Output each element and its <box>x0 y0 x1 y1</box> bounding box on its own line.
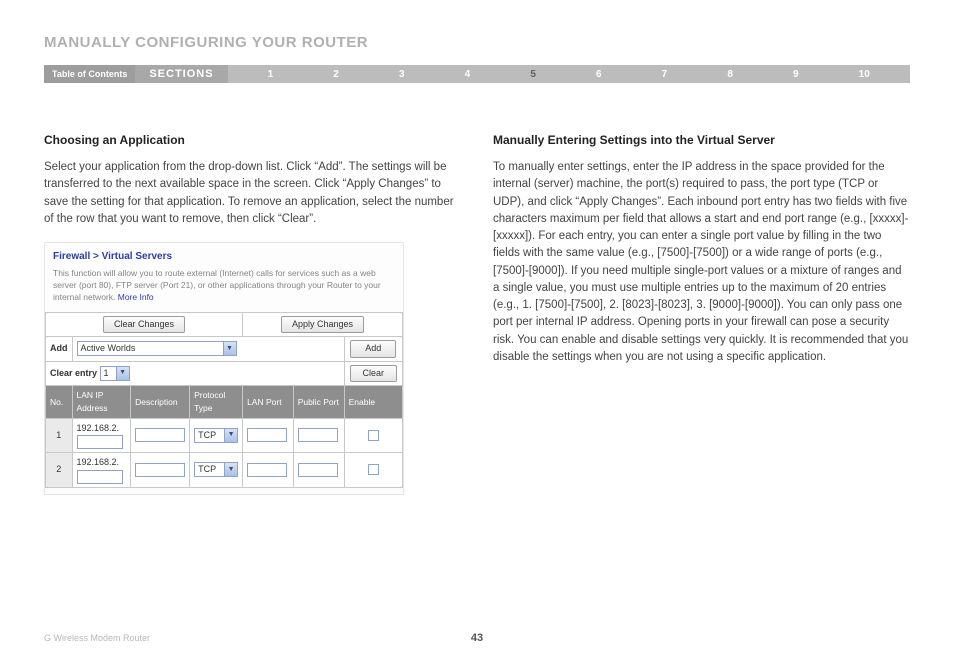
panel-description: This function will allow you to route ex… <box>45 268 403 312</box>
ip-prefix: 192.168.2. <box>77 423 120 433</box>
section-link-6[interactable]: 6 <box>596 69 602 80</box>
table-row: 2 192.168.2. TCP ▼ <box>46 453 403 488</box>
table-row: 1 192.168.2. TCP ▼ <box>46 418 403 453</box>
panel-description-text: This function will allow you to route ex… <box>53 268 381 302</box>
page-footer: G Wireless Modem Router 43 G Wireless Mo… <box>44 632 910 644</box>
clear-entry-select[interactable]: 1 ▼ <box>100 366 130 381</box>
add-label: Add <box>46 337 73 362</box>
left-column: Choosing an Application Select your appl… <box>44 131 461 495</box>
section-link-7[interactable]: 7 <box>662 69 668 80</box>
clear-entry-value: 1 <box>104 367 109 381</box>
right-column: Manually Entering Settings into the Virt… <box>493 131 910 495</box>
protocol-select[interactable]: TCP ▼ <box>194 462 238 477</box>
right-heading: Manually Entering Settings into the Virt… <box>493 131 910 149</box>
right-body: To manually enter settings, enter the IP… <box>493 159 910 366</box>
section-link-2[interactable]: 2 <box>333 69 339 80</box>
application-select-value: Active Worlds <box>81 342 136 356</box>
description-input[interactable] <box>135 463 185 477</box>
chevron-down-icon: ▼ <box>116 367 129 380</box>
protocol-select[interactable]: TCP ▼ <box>194 428 238 443</box>
clear-changes-button[interactable]: Clear Changes <box>103 316 185 334</box>
chevron-down-icon: ▼ <box>223 342 236 355</box>
panel-breadcrumb: Firewall > Virtual Servers <box>45 243 403 268</box>
section-nav: Table of Contents SECTIONS 1 2 3 4 5 6 7… <box>44 65 910 83</box>
public-port-input[interactable] <box>298 463 338 477</box>
page-title: MANUALLY CONFIGURING YOUR ROUTER <box>44 34 910 51</box>
protocol-value: TCP <box>198 463 216 477</box>
clear-entry-label: Clear entry <box>50 368 97 378</box>
enable-checkbox[interactable] <box>368 430 379 441</box>
col-pub-port: Public Port <box>293 386 344 419</box>
section-link-1[interactable]: 1 <box>268 69 274 80</box>
col-proto: Protocol Type <box>190 386 243 419</box>
col-no: No. <box>46 386 73 419</box>
public-port-input[interactable] <box>298 428 338 442</box>
left-body: Select your application from the drop-do… <box>44 159 461 228</box>
section-link-4[interactable]: 4 <box>465 69 471 80</box>
toc-link[interactable]: Table of Contents <box>44 65 135 83</box>
section-link-8[interactable]: 8 <box>727 69 733 80</box>
lan-port-input[interactable] <box>247 428 287 442</box>
col-enable: Enable <box>344 386 402 419</box>
col-ip: LAN IP Address <box>72 386 131 419</box>
section-link-5[interactable]: 5 <box>530 69 536 80</box>
more-info-link[interactable]: More Info <box>118 292 154 302</box>
actions-table: Clear Changes Apply Changes Add Active W… <box>45 312 403 488</box>
left-heading: Choosing an Application <box>44 131 461 149</box>
apply-changes-button[interactable]: Apply Changes <box>281 316 364 334</box>
section-numbers: 1 2 3 4 5 6 7 8 9 10 <box>228 65 910 83</box>
protocol-value: TCP <box>198 429 216 443</box>
product-name: G Wireless Modem Router <box>44 633 150 643</box>
chevron-down-icon: ▼ <box>224 429 237 442</box>
page-number: 43 <box>471 632 483 644</box>
clear-button[interactable]: Clear <box>350 365 398 383</box>
col-lan-port: LAN Port <box>243 386 294 419</box>
row-no: 2 <box>46 453 73 488</box>
ip-prefix: 192.168.2. <box>77 457 120 467</box>
enable-checkbox[interactable] <box>368 464 379 475</box>
add-button[interactable]: Add <box>350 340 396 358</box>
lan-port-input[interactable] <box>247 463 287 477</box>
row-no: 1 <box>46 418 73 453</box>
sections-label: SECTIONS <box>135 65 227 83</box>
chevron-down-icon: ▼ <box>224 463 237 476</box>
ip-input[interactable] <box>77 435 123 449</box>
section-link-9[interactable]: 9 <box>793 69 799 80</box>
application-select[interactable]: Active Worlds ▼ <box>77 341 237 356</box>
virtual-servers-panel: Firewall > Virtual Servers This function… <box>44 242 404 495</box>
description-input[interactable] <box>135 428 185 442</box>
section-link-10[interactable]: 10 <box>859 69 870 80</box>
section-link-3[interactable]: 3 <box>399 69 405 80</box>
ip-input[interactable] <box>77 470 123 484</box>
col-desc: Description <box>131 386 190 419</box>
